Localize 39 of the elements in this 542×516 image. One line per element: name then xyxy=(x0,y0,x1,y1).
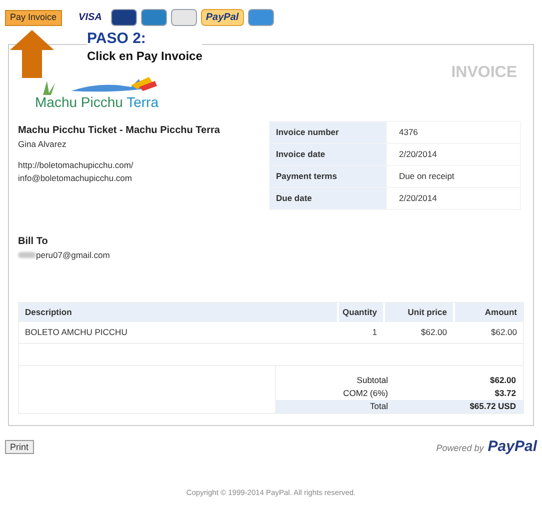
step-instruction: Click en Pay Invoice xyxy=(87,48,202,64)
up-arrow-icon xyxy=(10,30,54,78)
detail-label: Payment terms xyxy=(270,166,386,187)
seller-name: Machu Picchu Ticket - Machu Picchu Terra xyxy=(18,124,220,138)
column-header: Unit price xyxy=(385,302,453,322)
logo-text: Machu Picchu Terra xyxy=(34,95,160,109)
column-header: Description xyxy=(19,302,337,322)
seller-email: info@boletomachupicchu.com xyxy=(18,172,133,184)
detail-label: Invoice date xyxy=(270,144,386,165)
column-header: Amount xyxy=(455,302,523,322)
step-label: PASO 2: xyxy=(87,30,147,49)
total-label: Subtotal xyxy=(356,374,388,387)
paypal-logo: PayPal xyxy=(488,437,537,457)
payment-logo: PayPal xyxy=(200,9,244,26)
pay-invoice-button[interactable]: Pay Invoice xyxy=(5,10,62,26)
table-cell-text: $62.00 xyxy=(420,326,448,339)
payment-logo: VISA xyxy=(78,11,103,25)
total-label: COM2 (6%) xyxy=(342,386,388,400)
detail-value: 4376 xyxy=(387,122,520,143)
print-button[interactable]: Print xyxy=(5,440,34,454)
detail-label: Due date xyxy=(270,188,386,209)
table-cell-text: 1 xyxy=(371,326,378,339)
seller-website: http://boletomachupicchu.com/ xyxy=(18,158,134,172)
bill-to-email: peru07@gmail.com xyxy=(36,249,110,262)
redaction-mark xyxy=(18,252,36,258)
table-cell-text: BOLETO AMCHU PICCHU xyxy=(24,326,128,339)
bill-to-heading: Bill To xyxy=(18,235,49,249)
total-value: $65.72 USD xyxy=(388,400,523,413)
column-header: Quantity xyxy=(339,302,383,322)
table-cell-text: $62.00 xyxy=(490,326,518,339)
total-value: $3.72 xyxy=(494,386,517,400)
detail-label: Invoice number xyxy=(270,122,386,143)
powered-by-text: Powered by xyxy=(436,442,484,455)
total-label: Total xyxy=(276,400,388,413)
seller-contact: Gina Alvarez xyxy=(18,138,68,151)
detail-value: Due on receipt xyxy=(387,166,520,187)
detail-value: 2/20/2014 xyxy=(387,144,520,165)
total-value: $62.00 xyxy=(489,374,517,387)
detail-value: 2/20/2014 xyxy=(387,188,520,209)
